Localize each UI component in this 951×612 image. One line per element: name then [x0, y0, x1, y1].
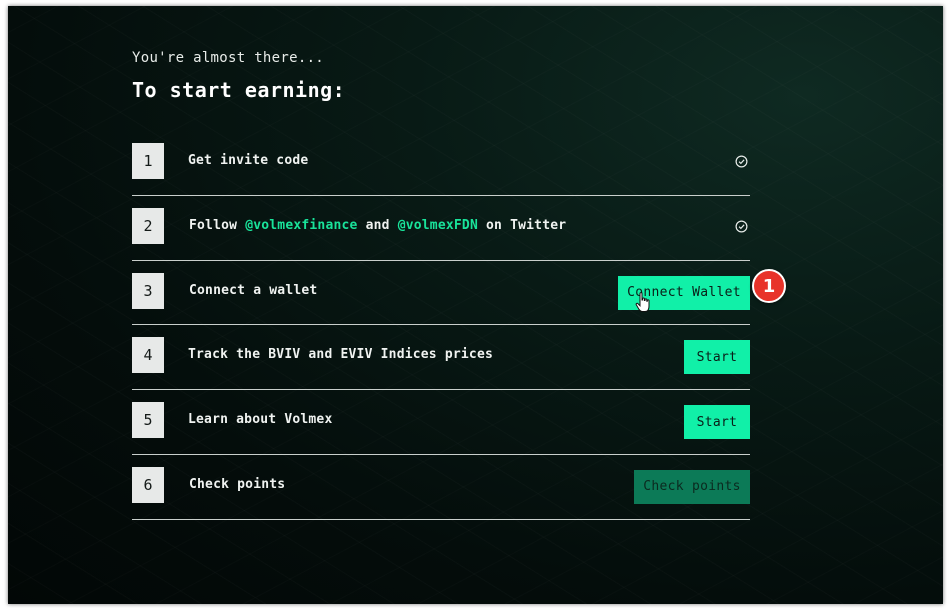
step-label: Check points: [189, 476, 286, 492]
step-number: 1: [132, 143, 164, 179]
label-text: and: [357, 217, 398, 233]
step-label: Get invite code: [188, 153, 309, 168]
step-number: 5: [132, 402, 164, 439]
step-row-2: 2 Follow @volmexfinance and @volmexFDN o…: [132, 196, 750, 261]
step-row-6: 6 Check points Check points: [132, 455, 750, 520]
app-frame: You're almost there... To start earning:…: [8, 6, 943, 604]
step-label: Track the BVIV and EVIV Indices prices: [188, 347, 494, 363]
step-number: 4: [132, 337, 164, 374]
check-points-button[interactable]: Check points: [634, 469, 750, 504]
check-circle-icon: [735, 220, 748, 233]
step-row-3: 3 Connect a wallet Connect Wallet: [132, 261, 750, 326]
twitter-handle-link[interactable]: @volmexFDN: [398, 218, 478, 233]
step-number: 2: [132, 207, 164, 244]
twitter-handle-link[interactable]: @volmexfinance: [245, 218, 357, 233]
check-circle-icon: [735, 155, 748, 168]
step-number: 3: [132, 272, 164, 309]
step-label: Connect a wallet: [189, 282, 318, 298]
steps-list: 1 Get invite code 2 Follow @volmexfinanc…: [132, 131, 750, 520]
start-learn-button[interactable]: Start: [684, 405, 750, 440]
page-subtitle: You're almost there...: [132, 50, 325, 66]
start-track-button[interactable]: Start: [684, 340, 750, 375]
page-title: To start earning:: [132, 78, 346, 102]
step-row-5: 5 Learn about Volmex Start: [132, 390, 750, 455]
hand-pointer-cursor-icon: [635, 292, 650, 312]
step-row-1: 1 Get invite code: [132, 131, 750, 196]
step-number: 6: [132, 466, 164, 503]
label-text: on Twitter: [477, 217, 567, 233]
step-label: Follow @volmexfinance and @volmexFDN on …: [189, 218, 566, 233]
annotation-badge: 1: [752, 269, 786, 303]
label-text: Follow: [189, 217, 246, 233]
step-row-4: 4 Track the BVIV and EVIV Indices prices…: [132, 325, 750, 391]
step-label: Learn about Volmex: [188, 412, 333, 428]
